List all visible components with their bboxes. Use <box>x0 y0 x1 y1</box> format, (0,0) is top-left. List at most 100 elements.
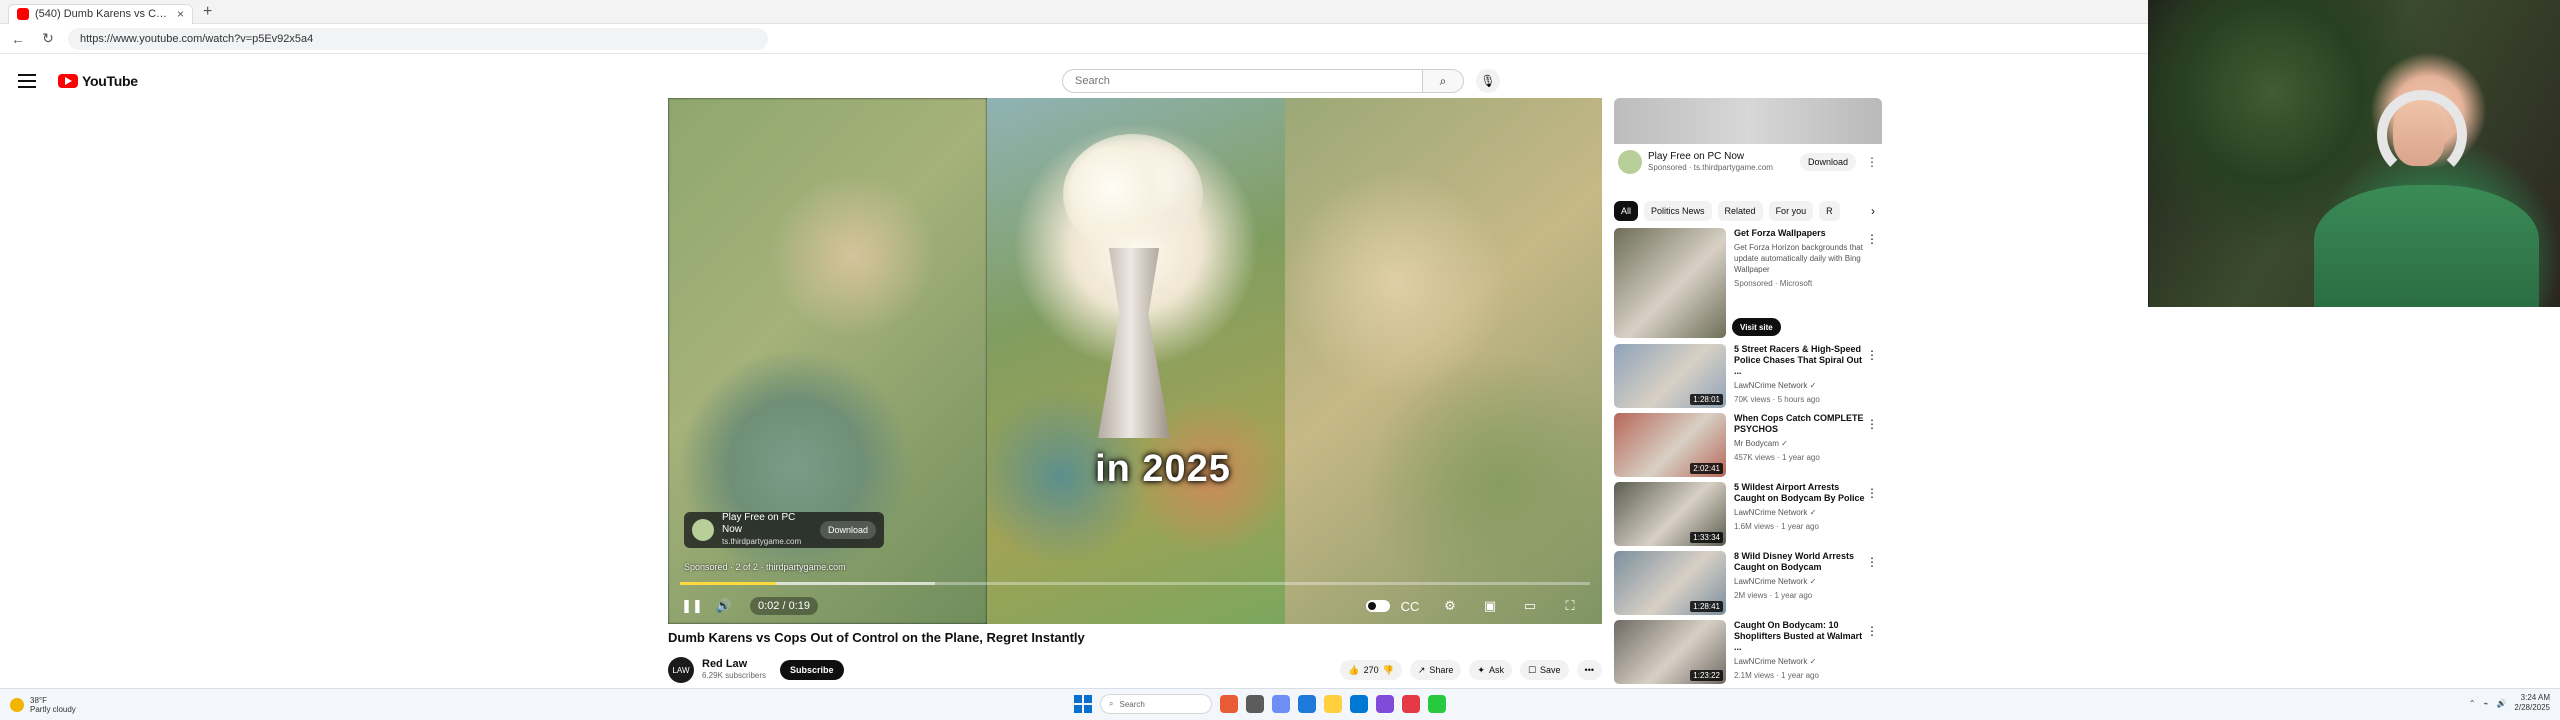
like-button[interactable]: 👍 270 👎 <box>1340 660 1402 680</box>
browser-tab-bar: (540) Dumb Karens vs Cops O × + <box>0 0 2148 24</box>
recommendation-sidebar: Play Free on PC Now Sponsored · ts.third… <box>1614 98 1882 688</box>
chevron-up-icon[interactable]: ⌃ <box>2469 699 2476 708</box>
search-button[interactable]: ⌕ <box>1422 69 1464 93</box>
recommendation-more-icon[interactable]: ⋮ <box>1866 555 1878 569</box>
recommendation-title[interactable]: 5 Street Racers & High-Speed Police Chas… <box>1734 344 1872 377</box>
visit-site-button[interactable]: Visit site <box>1732 318 1781 336</box>
windows-start-icon[interactable] <box>1074 695 1092 713</box>
recommendation-title[interactable]: 5 Wildest Airport Arrests Caught on Body… <box>1734 482 1872 504</box>
voice-search-button[interactable]: 🎙 <box>1476 69 1500 93</box>
channel-name[interactable]: LawNCrime Network ✓ <box>1734 576 1872 587</box>
microphone-icon: 🎙 <box>1480 74 1496 88</box>
progress-bar[interactable] <box>680 582 1590 585</box>
app-icon[interactable] <box>1376 695 1394 713</box>
recommendation-thumbnail[interactable] <box>1614 228 1726 338</box>
app-icon[interactable] <box>1402 695 1420 713</box>
recommendation-more-icon[interactable]: ⋮ <box>1866 232 1878 246</box>
recommendation-title[interactable]: When Cops Catch COMPLETE PSYCHOS <box>1734 413 1872 435</box>
filter-chip-for-you[interactable]: For you <box>1768 201 1814 221</box>
save-button[interactable]: ☐ Save <box>1519 660 1569 680</box>
sponsored-recommendation[interactable]: Get Forza Wallpapers Get Forza Horizon b… <box>1614 228 1882 340</box>
autoplay-toggle[interactable] <box>1366 600 1390 612</box>
recommendation-title[interactable]: Caught On Bodycam: 10 Shoplifters Busted… <box>1734 620 1872 653</box>
settings-icon[interactable]: ⚙ <box>1438 594 1462 618</box>
youtube-logo[interactable]: YouTube <box>58 73 138 89</box>
recommendation-more-icon[interactable]: ⋮ <box>1866 486 1878 500</box>
more-actions-button[interactable]: ••• <box>1576 660 1602 680</box>
channel-avatar[interactable]: LAW <box>668 657 694 683</box>
recommendation-thumbnail[interactable]: 1:33:34 <box>1614 482 1726 546</box>
recommendation-text: Caught On Bodycam: 10 Shoplifters Busted… <box>1726 620 1872 686</box>
miniplayer-icon[interactable]: ▣ <box>1478 594 1502 618</box>
browser-tab[interactable]: (540) Dumb Karens vs Cops O × <box>8 3 193 24</box>
recommendation-meta: 2.1M views · 1 year ago <box>1734 671 1819 680</box>
volume-icon[interactable]: 🔊 <box>712 594 736 618</box>
dislike-icon[interactable]: 👎 <box>1383 665 1394 676</box>
video-player[interactable]: in 2025 Play Free on PC Now ts.thirdpart… <box>668 98 1602 624</box>
recommendation-item[interactable]: 1:23:22 Caught On Bodycam: 10 Shoplifter… <box>1614 620 1882 686</box>
store-icon[interactable] <box>1350 695 1368 713</box>
recommendation-text: 8 Wild Disney World Arrests Caught on Bo… <box>1726 551 1872 617</box>
channel-name[interactable]: LawNCrime Network ✓ <box>1734 380 1872 391</box>
app-icon[interactable] <box>1272 695 1290 713</box>
ask-button[interactable]: ✦ Ask <box>1469 660 1512 680</box>
filter-chip-truncated[interactable]: R <box>1819 201 1840 221</box>
volume-icon[interactable]: 🔊 <box>2496 699 2506 708</box>
sidebar-ad-more-icon[interactable]: ⋮ <box>1862 155 1878 169</box>
close-tab-icon[interactable]: × <box>177 7 184 21</box>
address-bar[interactable]: https://www.youtube.com/watch?v=p5Ev92x5… <box>68 27 768 50</box>
right-controls: CC ⚙ ▣ ▭ ⛶ <box>1366 594 1590 618</box>
chevron-right-icon[interactable]: › <box>1864 204 1882 218</box>
search-input[interactable] <box>1062 69 1422 93</box>
channel-name[interactable]: Red Law <box>702 658 766 670</box>
filter-chip-related[interactable]: Related <box>1717 201 1763 221</box>
recommendation-title[interactable]: 8 Wild Disney World Arrests Caught on Bo… <box>1734 551 1872 573</box>
address-url: https://www.youtube.com/watch?v=p5Ev92x5… <box>80 32 314 45</box>
fullscreen-icon[interactable]: ⛶ <box>1558 594 1582 618</box>
taskbar-center: ⌕ Search <box>1074 694 1446 714</box>
channel-name[interactable]: LawNCrime Network ✓ <box>1734 507 1872 518</box>
recommendation-item[interactable]: 1:33:34 5 Wildest Airport Arrests Caught… <box>1614 482 1882 548</box>
file-explorer-icon[interactable] <box>1324 695 1342 713</box>
recommendation-thumbnail[interactable]: 1:28:01 <box>1614 344 1726 408</box>
channel-name[interactable]: LawNCrime Network ✓ <box>1734 656 1872 667</box>
save-label: Save <box>1540 665 1561 675</box>
recommendation-more-icon[interactable]: ⋮ <box>1866 624 1878 638</box>
taskbar-search[interactable]: ⌕ Search <box>1100 694 1212 714</box>
recommendation-item[interactable]: 1:28:01 5 Street Racers & High-Speed Pol… <box>1614 344 1882 410</box>
theater-mode-icon[interactable]: ▭ <box>1518 594 1542 618</box>
new-tab-button[interactable]: + <box>203 3 212 21</box>
refresh-icon[interactable]: ↻ <box>38 29 58 49</box>
recommendation-item[interactable]: 1:28:41 8 Wild Disney World Arrests Caug… <box>1614 551 1882 617</box>
network-icon[interactable]: ⌁ <box>2484 699 2489 708</box>
youtube-logo-text: YouTube <box>82 73 138 89</box>
weather-widget[interactable]: 38°F Partly cloudy <box>0 696 160 714</box>
spotify-icon[interactable] <box>1428 695 1446 713</box>
search-area: ⌕ 🎙 <box>1062 69 1500 93</box>
sidebar-ad[interactable]: Play Free on PC Now Sponsored · ts.third… <box>1614 98 1882 190</box>
clock[interactable]: 3:24 AM 2/28/2025 <box>2514 693 2550 713</box>
sidebar-ad-download-button[interactable]: Download <box>1799 153 1856 171</box>
task-view-icon[interactable] <box>1246 695 1264 713</box>
recommendation-thumbnail[interactable]: 1:28:41 <box>1614 551 1726 615</box>
recommendation-title[interactable]: Get Forza Wallpapers <box>1734 228 1872 239</box>
captions-icon[interactable]: CC <box>1398 594 1422 618</box>
channel-name[interactable]: Mr Bodycam ✓ <box>1734 438 1872 449</box>
app-icon[interactable] <box>1220 695 1238 713</box>
filter-chip-all[interactable]: All <box>1614 201 1639 221</box>
share-button[interactable]: ↗ Share <box>1409 660 1462 680</box>
filter-chip-politics-news[interactable]: Politics News <box>1644 201 1712 221</box>
recommendation-more-icon[interactable]: ⋮ <box>1866 417 1878 431</box>
recommendation-thumbnail[interactable]: 1:23:22 <box>1614 620 1726 684</box>
recommendation-item[interactable]: 2:02:41 When Cops Catch COMPLETE PSYCHOS… <box>1614 413 1882 479</box>
subscribe-button[interactable]: Subscribe <box>780 660 844 680</box>
back-icon[interactable]: ← <box>8 29 28 49</box>
blurred-video-right <box>1285 98 1602 624</box>
ad-download-button[interactable]: Download <box>819 521 876 539</box>
recommendation-more-icon[interactable]: ⋮ <box>1866 348 1878 362</box>
edge-icon[interactable] <box>1298 695 1316 713</box>
player-ad-card[interactable]: Play Free on PC Now ts.thirdpartygame.co… <box>684 512 884 548</box>
pause-icon[interactable]: ❚❚ <box>680 594 704 618</box>
recommendation-thumbnail[interactable]: 2:02:41 <box>1614 413 1726 477</box>
menu-icon[interactable] <box>18 69 42 93</box>
